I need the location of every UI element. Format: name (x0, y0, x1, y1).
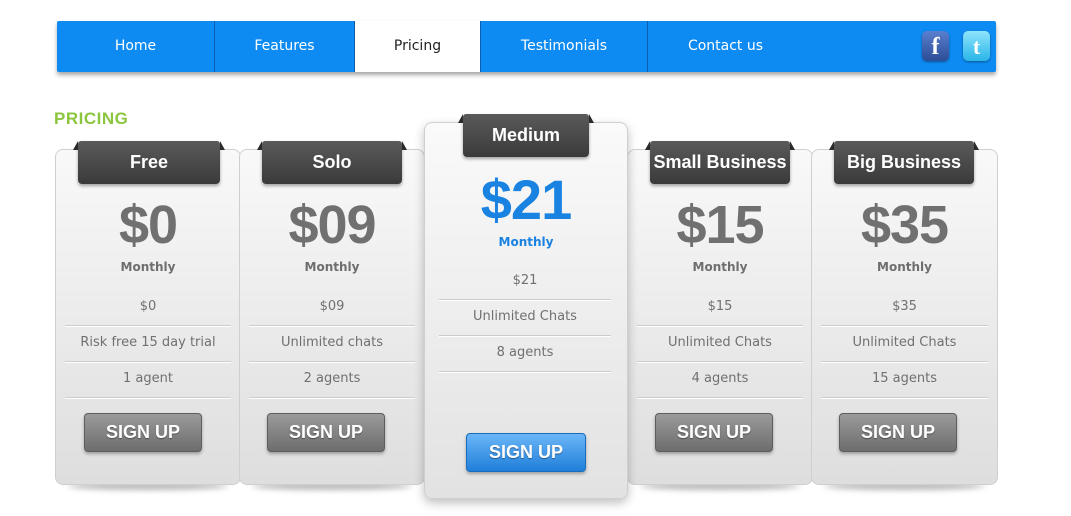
plan-name: Small Business (645, 141, 795, 184)
signup-button-medium[interactable]: SIGN UP (466, 433, 586, 472)
plan-feature: $35 (821, 289, 988, 326)
plan-price: $15 (676, 195, 764, 255)
plan-name: Medium (458, 114, 594, 157)
plan-price: $0 (118, 195, 178, 255)
plan-feature: 8 agents (439, 335, 611, 372)
signup-button-small-business[interactable]: SIGN UP (655, 413, 773, 452)
plan-name: Solo (257, 141, 407, 184)
plan-feature: $09 (249, 289, 415, 326)
plan-feature: Unlimited Chats (821, 325, 988, 362)
plan-period: Monthly (877, 260, 932, 274)
facebook-icon[interactable]: f (922, 31, 949, 61)
plan-feature: 4 agents (637, 361, 803, 398)
nav-pricing[interactable]: Pricing (355, 21, 480, 72)
plan-feature: Unlimited Chats (439, 299, 611, 336)
plan-name: Free (73, 141, 225, 184)
plan-card-big-business: Big Business $35 Monthly $35 Unlimited C… (811, 141, 998, 485)
plan-price: $09 (288, 195, 376, 255)
plan-period: Monthly (120, 260, 176, 274)
nav-features[interactable]: Features (215, 21, 355, 72)
top-nav: Home Features Pricing Testimonials Conta… (57, 21, 996, 72)
plan-period: Monthly (304, 260, 360, 274)
signup-button-free[interactable]: SIGN UP (84, 413, 202, 452)
plan-feature: 15 agents (821, 361, 988, 398)
plan-period: Monthly (498, 235, 554, 249)
plan-price: $35 (860, 195, 949, 255)
plan-feature: Unlimited Chats (637, 325, 803, 362)
nav-testimonials[interactable]: Testimonials (480, 21, 648, 72)
plan-price: $21 (480, 168, 572, 231)
plan-feature: Risk free 15 day trial (65, 325, 231, 362)
section-title: PRICING (54, 109, 129, 128)
plan-card-solo: Solo $09 Monthly $09 Unlimited chats 2 a… (239, 141, 425, 485)
nav-contact-us[interactable]: Contact us (648, 21, 803, 72)
plan-period: Monthly (692, 260, 748, 274)
plan-feature: $15 (637, 289, 803, 326)
signup-button-solo[interactable]: SIGN UP (267, 413, 385, 452)
plan-feature: $0 (65, 289, 231, 326)
plan-card-medium: Medium $21 Monthly $21 Unlimited Chats 8… (424, 114, 628, 499)
plan-card-small-business: Small Business $15 Monthly $15 Unlimited… (627, 141, 813, 485)
nav-home[interactable]: Home (57, 21, 215, 72)
plan-feature: Unlimited chats (249, 325, 415, 362)
twitter-icon[interactable]: t (963, 31, 990, 61)
plan-feature: 1 agent (65, 361, 231, 398)
plan-name: Big Business (829, 141, 979, 184)
signup-button-big-business[interactable]: SIGN UP (839, 413, 957, 452)
plan-feature: $21 (439, 263, 611, 300)
plan-card-free: Free $0 Monthly $0 Risk free 15 day tria… (55, 141, 241, 485)
plan-feature: 2 agents (249, 361, 415, 398)
